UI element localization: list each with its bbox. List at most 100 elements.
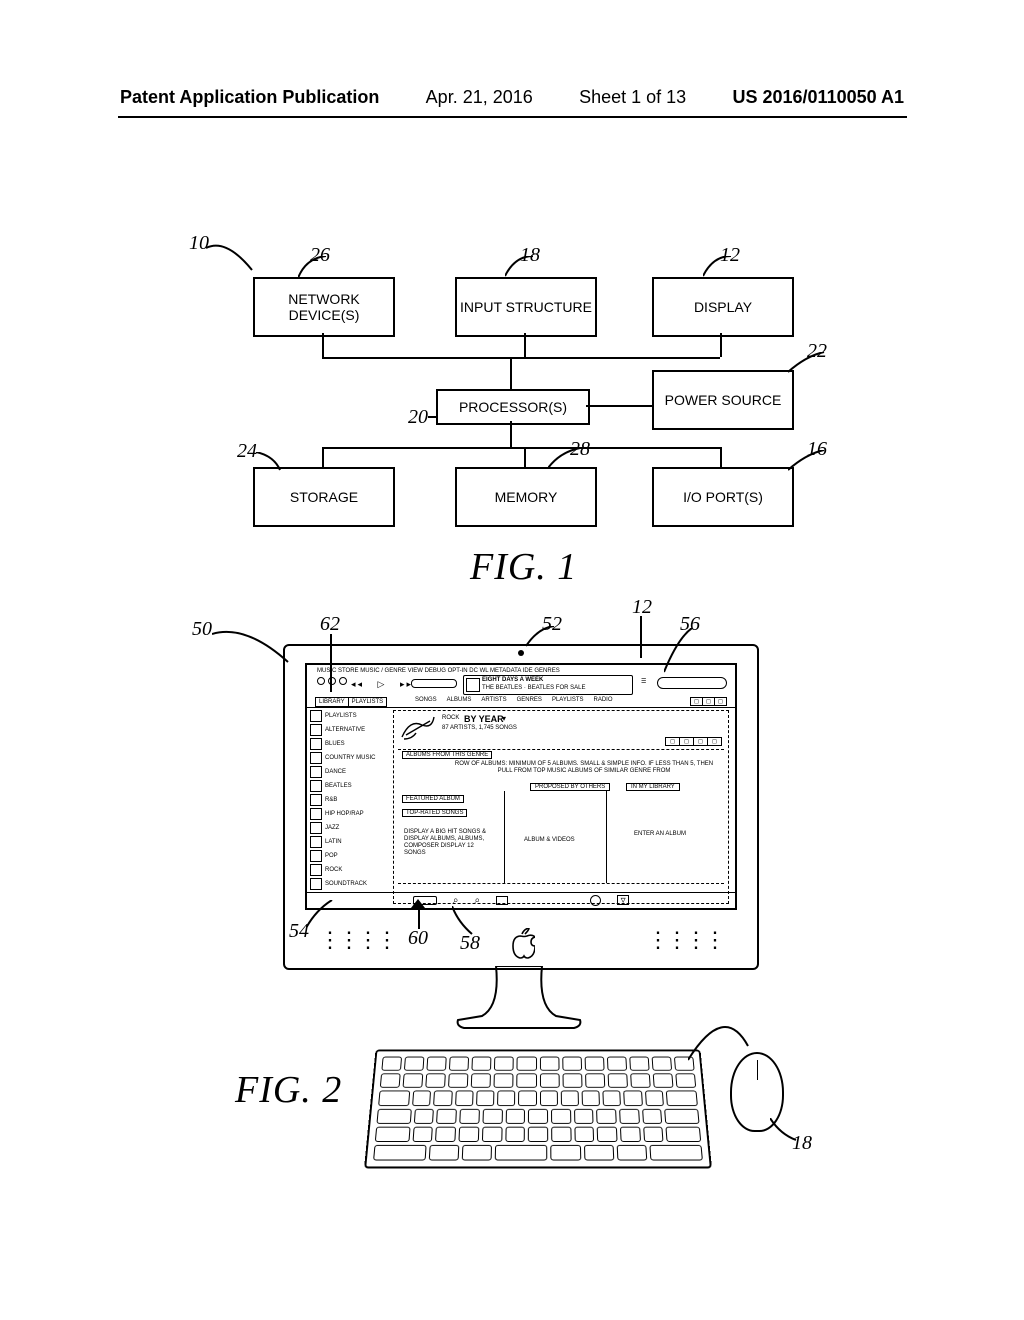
sidebar-item[interactable]: JAZZ <box>310 822 386 834</box>
key[interactable] <box>603 1091 622 1106</box>
key[interactable] <box>582 1091 601 1106</box>
sidebar-item[interactable]: PLAYLISTS <box>310 710 386 722</box>
search-icon[interactable]: ⌕ <box>453 895 459 906</box>
key[interactable] <box>624 1091 643 1106</box>
libtab-1[interactable]: PLAYLISTS <box>349 698 387 706</box>
key[interactable] <box>518 1091 536 1106</box>
key[interactable] <box>433 1091 452 1106</box>
sidebar-item[interactable]: R&B <box>310 794 386 806</box>
tab-albums[interactable]: ALBUMS <box>447 697 472 703</box>
key[interactable] <box>495 1145 548 1161</box>
key[interactable] <box>373 1145 427 1161</box>
segmented-right[interactable]: ◻ ◻ ◻ <box>690 697 727 706</box>
key[interactable] <box>455 1091 474 1106</box>
tab-genres[interactable]: GENRES <box>517 697 542 703</box>
tab-artists[interactable]: ARTISTS <box>481 697 506 703</box>
key[interactable] <box>375 1126 411 1141</box>
key[interactable] <box>645 1091 664 1106</box>
min-icon[interactable] <box>328 677 336 685</box>
sidebar-item[interactable]: BLUES <box>310 738 386 750</box>
key[interactable] <box>482 1126 502 1141</box>
key[interactable] <box>378 1091 410 1106</box>
hdr-year[interactable]: BY YEAR <box>464 714 504 724</box>
key[interactable] <box>449 1057 469 1071</box>
key[interactable] <box>584 1057 604 1071</box>
key[interactable] <box>381 1057 402 1071</box>
key[interactable] <box>642 1108 663 1123</box>
sidebar-item[interactable]: DANCE <box>310 766 386 778</box>
key[interactable] <box>471 1074 491 1089</box>
libtab-0[interactable]: LIBRARY <box>316 698 349 706</box>
key[interactable] <box>459 1126 480 1141</box>
key[interactable] <box>414 1108 435 1123</box>
btm-circle[interactable] <box>590 895 601 906</box>
key[interactable] <box>403 1074 424 1089</box>
playback-controls[interactable]: ◂◂ ▷ ▸▸ <box>351 679 413 690</box>
search-icon-2[interactable]: ⌕ <box>475 895 481 906</box>
key[interactable] <box>551 1108 571 1123</box>
key[interactable] <box>472 1057 492 1071</box>
key[interactable] <box>427 1057 447 1071</box>
key[interactable] <box>629 1057 649 1071</box>
btm-down[interactable]: ▿ <box>617 895 629 905</box>
tab-radio[interactable]: RADIO <box>594 697 613 703</box>
key[interactable] <box>617 1145 648 1161</box>
tab-playlists[interactable]: PLAYLISTS <box>552 697 584 703</box>
key[interactable] <box>517 1057 537 1071</box>
key[interactable] <box>505 1126 525 1141</box>
key[interactable] <box>404 1057 425 1071</box>
key[interactable] <box>494 1057 514 1071</box>
key[interactable] <box>649 1145 703 1161</box>
key[interactable] <box>459 1108 479 1123</box>
key[interactable] <box>437 1108 458 1123</box>
key[interactable] <box>597 1126 618 1141</box>
key[interactable] <box>528 1108 548 1123</box>
sidebar-item[interactable]: ROCK <box>310 864 386 876</box>
key[interactable] <box>666 1126 702 1141</box>
key[interactable] <box>462 1145 493 1161</box>
search-input[interactable] <box>657 677 727 689</box>
key[interactable] <box>539 1091 557 1106</box>
sidebar-item[interactable]: HIP HOP/RAP <box>310 808 386 820</box>
volume-slider[interactable] <box>411 679 457 688</box>
tab-songs[interactable]: SONGS <box>415 697 437 703</box>
key[interactable] <box>620 1126 641 1141</box>
list-icon[interactable]: ☰ <box>641 678 646 685</box>
sidebar-item[interactable]: SOUNDTRACK <box>310 878 386 890</box>
chevron-down-icon[interactable]: ▾ <box>502 714 506 723</box>
key[interactable] <box>540 1074 560 1089</box>
key[interactable] <box>551 1145 581 1161</box>
key[interactable] <box>630 1074 651 1089</box>
pill-inlib[interactable]: IN MY LIBRARY <box>626 783 680 791</box>
key[interactable] <box>448 1074 468 1089</box>
key[interactable] <box>435 1126 456 1141</box>
key[interactable] <box>425 1074 446 1089</box>
key[interactable] <box>574 1108 594 1123</box>
key[interactable] <box>652 1057 673 1071</box>
pill-proposed[interactable]: PROPOSED BY OTHERS <box>530 783 610 791</box>
sidebar-item[interactable]: POP <box>310 850 386 862</box>
sidebar-item[interactable]: ALTERNATIVE <box>310 724 386 736</box>
key[interactable] <box>429 1145 460 1161</box>
keyboard[interactable] <box>364 1050 712 1169</box>
key[interactable] <box>584 1145 615 1161</box>
key[interactable] <box>619 1108 640 1123</box>
key[interactable] <box>561 1091 579 1106</box>
key[interactable] <box>562 1074 582 1089</box>
key[interactable] <box>528 1126 548 1141</box>
key[interactable] <box>497 1091 515 1106</box>
sidebar-item[interactable]: LATIN <box>310 836 386 848</box>
key[interactable] <box>607 1074 627 1089</box>
close-icon[interactable] <box>317 677 325 685</box>
key[interactable] <box>505 1108 525 1123</box>
key[interactable] <box>574 1126 594 1141</box>
key[interactable] <box>412 1126 433 1141</box>
seg-right2[interactable]: ◻ ◻ ◻ ◻ <box>665 737 722 746</box>
key[interactable] <box>653 1074 674 1089</box>
key[interactable] <box>412 1091 431 1106</box>
key[interactable] <box>562 1057 582 1071</box>
library-tabs[interactable]: LIBRARY PLAYLISTS <box>315 697 387 707</box>
key[interactable] <box>517 1074 537 1089</box>
key[interactable] <box>596 1108 616 1123</box>
key[interactable] <box>643 1126 664 1141</box>
